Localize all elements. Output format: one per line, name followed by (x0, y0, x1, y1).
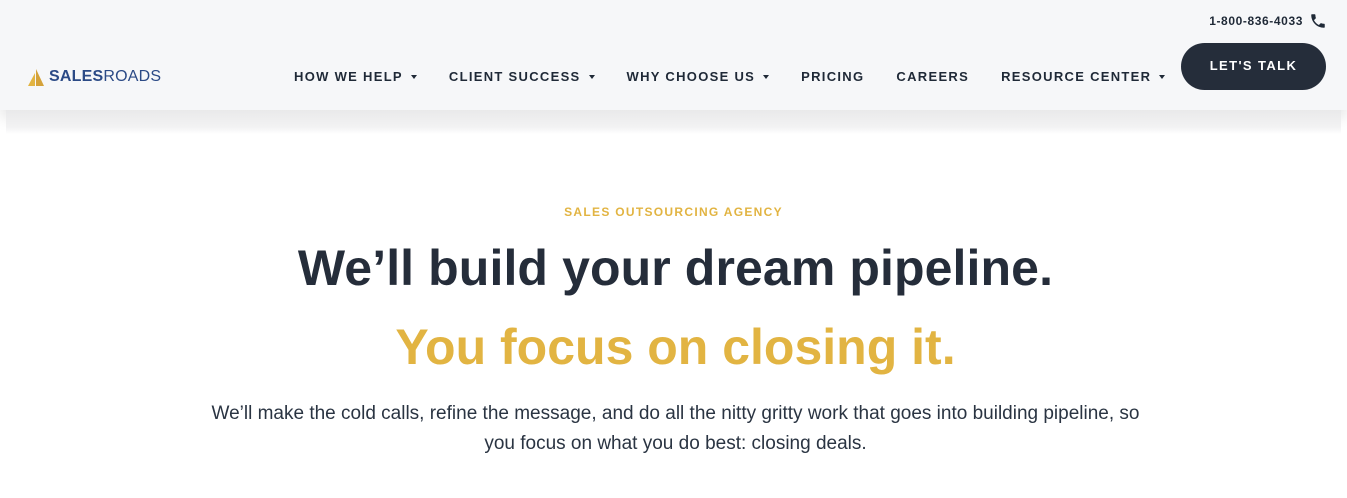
hero-eyebrow: SALES OUTSOURCING AGENCY (564, 205, 783, 219)
nav-label: CAREERS (896, 68, 970, 84)
nav-client-success[interactable]: CLIENT SUCCESS (449, 69, 595, 84)
phone-number: 1-800-836-4033 (1209, 14, 1303, 28)
main-nav: HOW WE HELP CLIENT SUCCESS WHY CHOOSE US… (294, 68, 1166, 84)
hero-subheadline: You focus on closing it. (395, 319, 956, 375)
lets-talk-button[interactable]: LET'S TALK (1181, 43, 1326, 90)
nav-resource-center[interactable]: RESOURCE CENTER (1001, 68, 1166, 84)
caret-down-icon (410, 74, 417, 79)
phone-icon (1311, 14, 1325, 28)
header-shadow-band (6, 110, 1341, 134)
sail-logo-icon (28, 69, 44, 86)
caret-down-icon (1159, 74, 1166, 79)
phone-link[interactable]: 1-800-836-4033 (1209, 12, 1327, 30)
caret-down-icon (588, 74, 595, 79)
hero-body-text: We’ll make the cold calls, refine the me… (211, 403, 1140, 454)
logo-wordmark: SALESROADS (49, 66, 161, 88)
nav-label: RESOURCE CENTER (1001, 68, 1152, 84)
salesroads-logo[interactable]: SALESROADS (26, 66, 161, 88)
nav-pricing[interactable]: PRICING (801, 69, 864, 84)
logo-text-bold: SALES (49, 68, 104, 85)
site-header: SALESROADS 1-800-836-4033 HOW WE HELP CL… (0, 0, 1347, 110)
caret-down-icon (763, 74, 770, 79)
nav-label: WHY CHOOSE US (626, 68, 756, 84)
nav-why-choose-us[interactable]: WHY CHOOSE US (627, 69, 770, 84)
nav-careers[interactable]: CAREERS (896, 69, 969, 84)
nav-label: HOW WE HELP (294, 68, 403, 84)
nav-label: PRICING (801, 68, 865, 84)
nav-how-we-help[interactable]: HOW WE HELP (294, 69, 417, 84)
hero-headline: We’ll build your dream pipeline. (297, 240, 1054, 296)
nav-label: CLIENT SUCCESS (448, 68, 581, 84)
logo-text-light: ROADS (103, 68, 162, 85)
